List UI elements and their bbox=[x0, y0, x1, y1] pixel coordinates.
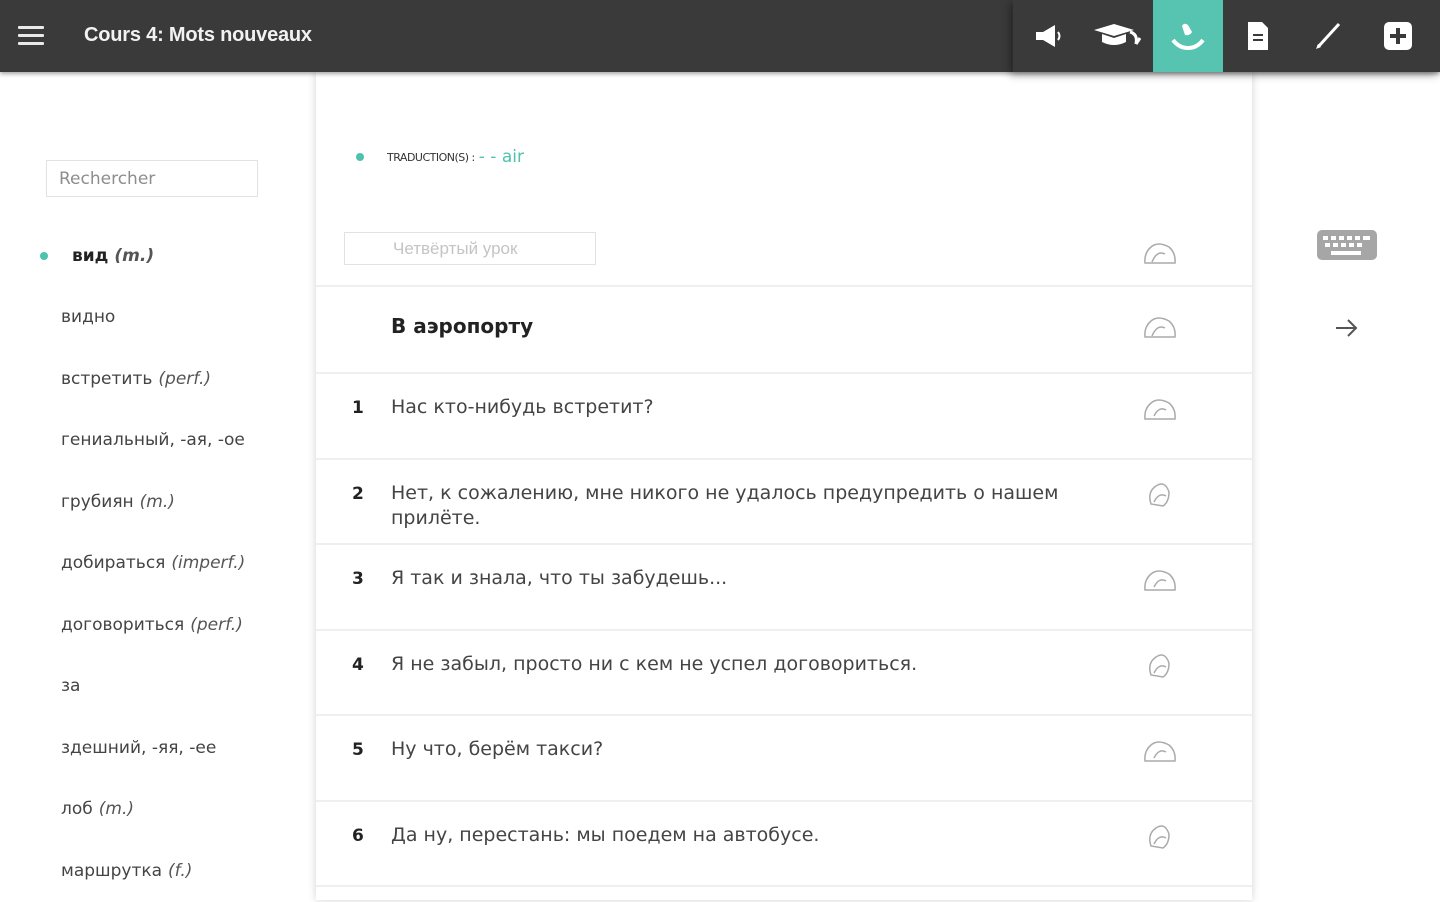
line-text: Нет, к сожалению, мне никого не удалось … bbox=[391, 481, 1059, 529]
line-text: Нас кто-нибудь встретит? bbox=[391, 396, 654, 418]
vocab-word: лоб bbox=[61, 799, 93, 820]
line-text: Я не забыл, просто ни с кем не успел дог… bbox=[391, 652, 918, 675]
dialogue-row: 5 Ну что, берём такси? bbox=[316, 716, 1252, 802]
vocab-word: встретить bbox=[61, 368, 153, 389]
dialogue-row: 2 Нет, к сожалению, мне никого не удалось… bbox=[316, 460, 1252, 545]
tool-write[interactable] bbox=[1293, 0, 1363, 72]
vocab-word: договориться bbox=[61, 614, 185, 635]
ear-icon[interactable] bbox=[1142, 651, 1178, 681]
document-icon bbox=[1248, 22, 1268, 50]
ear-icon[interactable] bbox=[1142, 565, 1178, 595]
line-number: 3 bbox=[352, 569, 364, 589]
translation-line: TRADUCTION(S) : - - air bbox=[356, 147, 524, 167]
vocab-grammar: (perf.) bbox=[190, 614, 243, 635]
vocab-word: здешний, -яя, -ее bbox=[61, 737, 217, 758]
ear-icon[interactable] bbox=[1142, 238, 1178, 268]
vocab-word: добираться bbox=[61, 553, 166, 574]
lesson-card: TRADUCTION(S) : - - air В аэропорту 1 Нас… bbox=[316, 72, 1252, 900]
line-number: 5 bbox=[352, 740, 364, 760]
vocab-item[interactable]: вид (m.) bbox=[0, 225, 300, 287]
ear-icon[interactable] bbox=[1142, 312, 1178, 342]
vocab-item[interactable]: маршрутка (f.) bbox=[0, 840, 300, 902]
vocab-item[interactable]: здешний, -яя, -ее bbox=[0, 717, 300, 779]
vocab-word: видно bbox=[61, 307, 116, 328]
vocab-word: гениальный, -ая, -ое bbox=[61, 430, 245, 451]
vocab-grammar: (m.) bbox=[114, 245, 155, 266]
vocabulary-list: вид (m.) видно встретить (perf.) гениальный, … bbox=[0, 225, 300, 902]
vocab-item[interactable]: добираться (imperf.) bbox=[0, 533, 300, 595]
dialogue-row: 4 Я не забыл, просто ни с кем не успел до… bbox=[316, 631, 1252, 716]
search-input[interactable] bbox=[46, 160, 258, 197]
row-divider bbox=[316, 285, 1252, 287]
dialogue-row: 6 Да ну, перестань: мы поедем на автобусе… bbox=[316, 802, 1252, 887]
bullet-dot bbox=[356, 153, 364, 161]
pencil-icon bbox=[1316, 22, 1341, 49]
line-number: 2 bbox=[352, 483, 364, 504]
vocab-grammar: (m.) bbox=[98, 799, 134, 820]
line-text: Ну что, берём такси? bbox=[391, 738, 604, 760]
tool-practice[interactable] bbox=[1153, 0, 1223, 72]
vocab-item[interactable]: гениальный, -ая, -ое bbox=[0, 410, 300, 472]
ear-icon[interactable] bbox=[1142, 736, 1178, 766]
vocab-word: грубиян bbox=[61, 491, 134, 512]
lesson-heading: В аэропорту bbox=[391, 314, 534, 338]
vocab-grammar: (imperf.) bbox=[171, 553, 246, 574]
line-number: 4 bbox=[352, 654, 364, 675]
vocab-grammar: (f.) bbox=[168, 860, 193, 881]
add-icon bbox=[1384, 22, 1412, 50]
megaphone-icon bbox=[1036, 25, 1061, 47]
translation-label: TRADUCTION(S) : bbox=[387, 150, 475, 164]
ear-icon[interactable] bbox=[1142, 394, 1178, 424]
top-bar: Cours 4: Mots nouveaux bbox=[0, 0, 1440, 72]
translation-value: - - air bbox=[478, 147, 524, 167]
arrow-right-icon[interactable] bbox=[1334, 316, 1360, 340]
tool-course[interactable] bbox=[1083, 0, 1153, 72]
dialogue-row: 1 Нас кто-нибудь встретит? bbox=[316, 374, 1252, 460]
vocab-item[interactable]: лоб (m.) bbox=[0, 779, 300, 841]
line-number: 6 bbox=[352, 825, 364, 846]
vocab-word: вид bbox=[72, 245, 109, 266]
tool-notes[interactable] bbox=[1223, 0, 1293, 72]
hand-icon bbox=[1171, 23, 1205, 51]
row-divider bbox=[316, 885, 1252, 887]
vocab-grammar: (m.) bbox=[139, 491, 175, 512]
line-text: Я так и знала, что ты забудешь... bbox=[391, 567, 728, 589]
line-number: 1 bbox=[352, 398, 364, 418]
toolbar bbox=[1013, 0, 1440, 72]
line-text: Да ну, перестань: мы поедем на автобусе. bbox=[391, 823, 820, 846]
lesson-title-input[interactable] bbox=[344, 232, 596, 265]
vocab-word: за bbox=[61, 676, 81, 697]
tool-audio[interactable] bbox=[1013, 0, 1083, 72]
vocab-item[interactable]: встретить (perf.) bbox=[0, 348, 300, 410]
dialogue-row: 3 Я так и знала, что ты забудешь... bbox=[316, 545, 1252, 631]
ear-icon[interactable] bbox=[1142, 480, 1178, 510]
vocab-item[interactable]: видно bbox=[0, 287, 300, 349]
keyboard-icon[interactable] bbox=[1316, 229, 1378, 261]
vocab-item[interactable]: за bbox=[0, 656, 300, 718]
page-title: Cours 4: Mots nouveaux bbox=[84, 24, 312, 46]
vocab-word: маршрутка bbox=[61, 860, 163, 881]
vocab-grammar: (perf.) bbox=[158, 368, 211, 389]
ear-icon[interactable] bbox=[1142, 822, 1178, 852]
tool-add[interactable] bbox=[1363, 0, 1433, 72]
vocab-item[interactable]: грубиян (m.) bbox=[0, 471, 300, 533]
graduation-cap-icon bbox=[1094, 24, 1142, 45]
hamburger-menu-icon[interactable] bbox=[18, 24, 44, 48]
vocab-item[interactable]: договориться (perf.) bbox=[0, 594, 300, 656]
